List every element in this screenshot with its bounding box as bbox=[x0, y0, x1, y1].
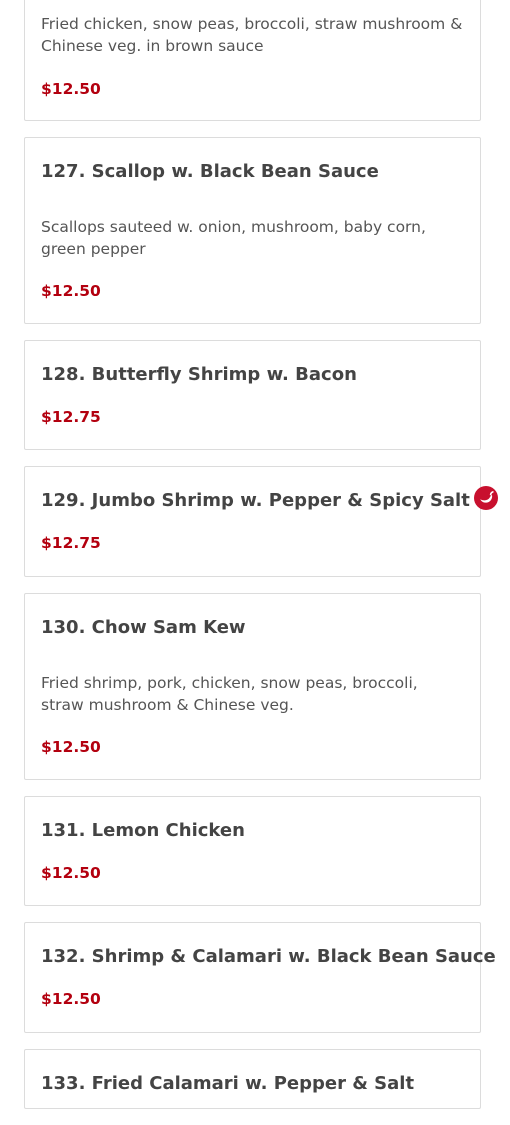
menu-item-list: Fried chicken, snow peas, broccoli, stra… bbox=[24, 0, 498, 1125]
item-description: Fried shrimp, pork, chicken, snow peas, … bbox=[41, 674, 418, 714]
item-price: $12.50 bbox=[41, 864, 101, 882]
item-description: Scallops sauteed w. onion, mushroom, bab… bbox=[41, 218, 426, 258]
item-price: $12.50 bbox=[41, 282, 101, 300]
item-description: Fried chicken, snow peas, broccoli, stra… bbox=[41, 15, 463, 55]
item-title[interactable]: 133. Fried Calamari w. Pepper & Salt bbox=[41, 1072, 414, 1096]
item-title-text: 129. Jumbo Shrimp w. Pepper & Spicy Salt bbox=[41, 490, 470, 511]
item-price: $12.75 bbox=[41, 408, 101, 426]
menu-item-card[interactable]: 127. Scallop w. Black Bean Sauce Scallop… bbox=[24, 137, 481, 324]
menu-item-card[interactable]: 129. Jumbo Shrimp w. Pepper & Spicy Salt… bbox=[24, 466, 498, 577]
item-title[interactable]: 130. Chow Sam Kew bbox=[41, 616, 246, 640]
item-price: $12.50 bbox=[41, 80, 101, 98]
item-price: $12.50 bbox=[41, 738, 101, 756]
item-title[interactable]: 128. Butterfly Shrimp w. Bacon bbox=[41, 363, 357, 387]
item-title[interactable]: 129. Jumbo Shrimp w. Pepper & Spicy Salt bbox=[41, 486, 498, 513]
item-title[interactable]: 127. Scallop w. Black Bean Sauce bbox=[41, 160, 379, 184]
item-price: $12.75 bbox=[41, 534, 101, 552]
item-title[interactable]: 132. Shrimp & Calamari w. Black Bean Sau… bbox=[41, 945, 496, 969]
item-title[interactable]: 131. Lemon Chicken bbox=[41, 819, 245, 843]
menu-item-card[interactable]: 133. Fried Calamari w. Pepper & Salt bbox=[24, 1049, 481, 1109]
chili-pepper-icon bbox=[473, 486, 498, 510]
menu-item-card[interactable]: Fried chicken, snow peas, broccoli, stra… bbox=[24, 0, 481, 121]
menu-item-card[interactable]: 128. Butterfly Shrimp w. Bacon $12.75 bbox=[24, 340, 481, 450]
item-price: $12.50 bbox=[41, 990, 101, 1008]
menu-item-card[interactable]: 132. Shrimp & Calamari w. Black Bean Sau… bbox=[24, 922, 496, 1033]
menu-item-card[interactable]: 131. Lemon Chicken $12.50 bbox=[24, 796, 481, 906]
menu-item-card[interactable]: 130. Chow Sam Kew Fried shrimp, pork, ch… bbox=[24, 593, 481, 780]
